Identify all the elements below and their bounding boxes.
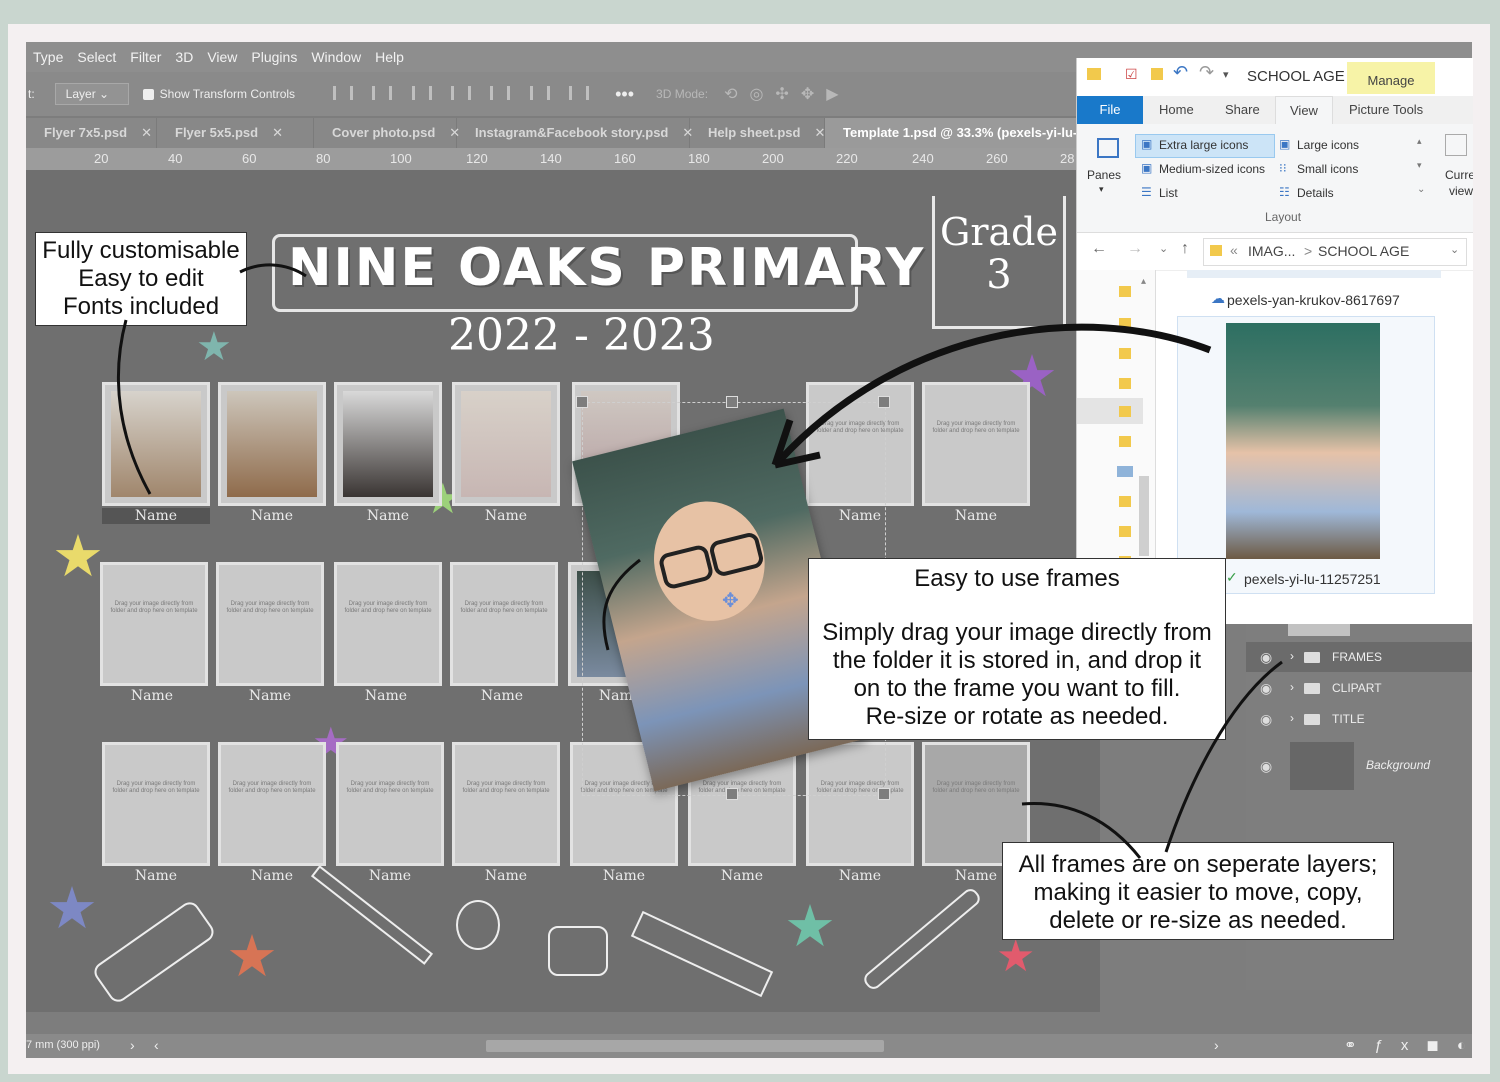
annotation-arrows	[117, 263, 1283, 859]
frames-arrow	[1021, 801, 1142, 859]
title-arrow	[117, 319, 152, 495]
drag-arrow	[777, 323, 1212, 463]
frame-arrow	[602, 558, 641, 651]
layers-arrow	[1164, 660, 1283, 853]
title-arrow	[239, 263, 307, 278]
